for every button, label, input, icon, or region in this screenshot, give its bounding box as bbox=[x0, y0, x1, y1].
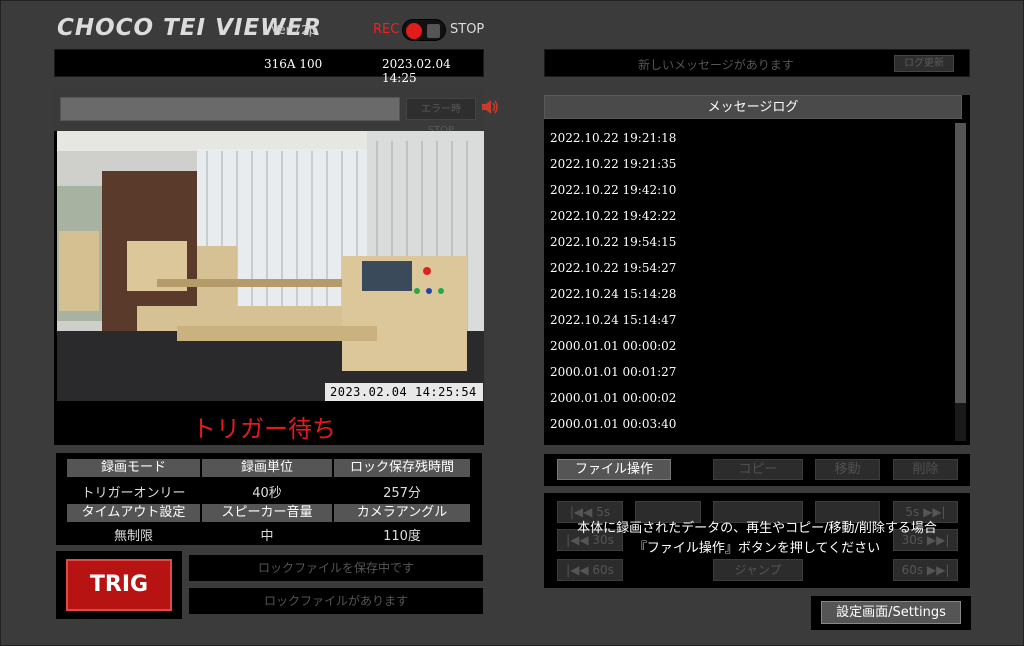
forward-5s-label: 5s bbox=[905, 505, 920, 519]
playback-instructions: 本体に録画されたデータの、再生やコピー/移動/削除する場合 『ファイル操作』ボタ… bbox=[544, 519, 970, 559]
app-version: Ver.72p bbox=[271, 23, 317, 37]
forward-60s-button[interactable]: 60s ▶▶| bbox=[893, 559, 958, 581]
record-mode-label: 録画モード bbox=[67, 459, 200, 477]
log-entry[interactable]: 2022.10.22 19:54:15 bbox=[550, 235, 676, 249]
camera-feed-image: 2023.02.04 14:25:54 bbox=[57, 131, 484, 401]
settings-panel: 設定画面/Settings bbox=[811, 596, 971, 630]
speaker-volume-value: 中 bbox=[260, 529, 274, 544]
log-entry[interactable]: 2000.01.01 00:03:40 bbox=[550, 417, 676, 431]
log-entry[interactable]: 2022.10.22 19:21:35 bbox=[550, 157, 676, 171]
playback-controls-panel: |◀◀ 5s |◀◀ 30s |◀◀ 60s ジャンプ 5s ▶▶| 30s ▶… bbox=[544, 493, 970, 588]
jump-button[interactable]: ジャンプ bbox=[713, 559, 803, 581]
instruction-line-1: 本体に録画されたデータの、再生やコピー/移動/削除する場合 bbox=[577, 521, 937, 536]
rewind-icon: |◀◀ bbox=[569, 505, 597, 519]
error-stop-button[interactable]: エラー時 STOP bbox=[406, 98, 476, 136]
log-entry[interactable]: 2022.10.22 19:42:22 bbox=[550, 209, 676, 223]
rewind-60s-label: 60s bbox=[592, 563, 614, 577]
lock-exists-status: ロックファイルがあります bbox=[189, 588, 483, 614]
copy-button[interactable]: コピー bbox=[713, 459, 803, 480]
log-entry[interactable]: 2000.01.01 00:00:02 bbox=[550, 391, 676, 405]
record-unit-label: 録画単位 bbox=[202, 459, 332, 477]
instruction-line-2: 『ファイル操作』ボタンを押してください bbox=[633, 541, 881, 556]
log-entry[interactable]: 2000.01.01 00:01:27 bbox=[550, 365, 676, 379]
log-entry[interactable]: 2022.10.24 15:14:47 bbox=[550, 313, 676, 327]
camera-timestamp: 2023.02.04 14:25:54 bbox=[325, 383, 483, 401]
rec-label: REC bbox=[373, 22, 400, 37]
log-scrollbar-thumb[interactable] bbox=[955, 123, 966, 403]
rewind-icon: |◀◀ bbox=[566, 563, 593, 577]
trigger-panel: TRIG bbox=[56, 551, 182, 619]
log-entry[interactable]: 2022.10.22 19:54:27 bbox=[550, 261, 676, 275]
rewind-60s-button[interactable]: |◀◀ 60s bbox=[557, 559, 623, 581]
recording-settings-panel: 録画モード 録画単位 ロック保存残時間 トリガーオンリー 40秒 257分 タイ… bbox=[56, 453, 482, 545]
move-button[interactable]: 移動 bbox=[815, 459, 880, 480]
camera-panel: エラー時 STOP bbox=[54, 87, 498, 445]
new-message-text: 新しいメッセージがあります bbox=[638, 58, 794, 72]
stop-square-icon bbox=[427, 24, 440, 38]
lock-remaining-label: ロック保存残時間 bbox=[334, 459, 470, 477]
record-unit-value: 40秒 bbox=[252, 486, 282, 501]
forward-60s-label: 60s bbox=[901, 563, 924, 577]
log-update-button[interactable]: ログ更新 bbox=[894, 55, 954, 72]
file-operation-button[interactable]: ファイル操作 bbox=[557, 459, 671, 480]
device-code: 316A 100 bbox=[264, 57, 323, 71]
log-entry[interactable]: 2000.01.01 00:00:02 bbox=[550, 339, 676, 353]
speaker-volume-label: スピーカー音量 bbox=[202, 504, 332, 522]
current-datetime: 2023.02.04 14:25 bbox=[382, 57, 451, 85]
delete-button[interactable]: 削除 bbox=[893, 459, 958, 480]
record-mode-value: トリガーオンリー bbox=[81, 486, 186, 501]
rewind-5s-label: 5s bbox=[596, 505, 611, 519]
trig-button[interactable]: TRIG bbox=[66, 559, 172, 611]
log-entry[interactable]: 2022.10.24 15:14:28 bbox=[550, 287, 676, 301]
camera-status-bar bbox=[60, 97, 400, 121]
device-info-bar: 316A 100 2023.02.04 14:25 bbox=[54, 49, 484, 85]
forward-icon: ▶▶| bbox=[919, 505, 946, 519]
message-log-header: メッセージログ bbox=[544, 95, 962, 119]
stop-label: STOP bbox=[450, 22, 485, 37]
message-log-panel: メッセージログ 2022.10.22 19:21:18 2022.10.22 1… bbox=[544, 95, 970, 445]
timeout-value: 無制限 bbox=[113, 529, 153, 544]
rec-indicator-icon bbox=[406, 23, 422, 39]
camera-angle-label: カメラアングル bbox=[334, 504, 470, 522]
lock-remaining-value: 257分 bbox=[383, 486, 421, 501]
rec-stop-toggle[interactable] bbox=[402, 19, 446, 41]
log-entry[interactable]: 2022.10.22 19:21:18 bbox=[550, 131, 676, 145]
log-entry[interactable]: 2022.10.22 19:42:10 bbox=[550, 183, 676, 197]
forward-icon: ▶▶| bbox=[923, 563, 950, 577]
speaker-icon bbox=[481, 99, 501, 119]
trigger-wait-status: トリガー待ち bbox=[192, 415, 336, 443]
main-window: CHOCO TEI VIEWER Ver.72p REC STOP 316A 1… bbox=[0, 0, 1024, 646]
message-notification-bar: 新しいメッセージがあります ログ更新 bbox=[544, 49, 970, 77]
camera-toolbar: エラー時 STOP bbox=[54, 87, 498, 136]
settings-button[interactable]: 設定画面/Settings bbox=[821, 601, 961, 624]
lock-saving-status: ロックファイルを保存中です bbox=[189, 555, 483, 581]
camera-angle-value: 110度 bbox=[383, 529, 421, 544]
timeout-label: タイムアウト設定 bbox=[67, 504, 200, 522]
file-operations-bar: ファイル操作 コピー 移動 削除 bbox=[544, 454, 970, 486]
